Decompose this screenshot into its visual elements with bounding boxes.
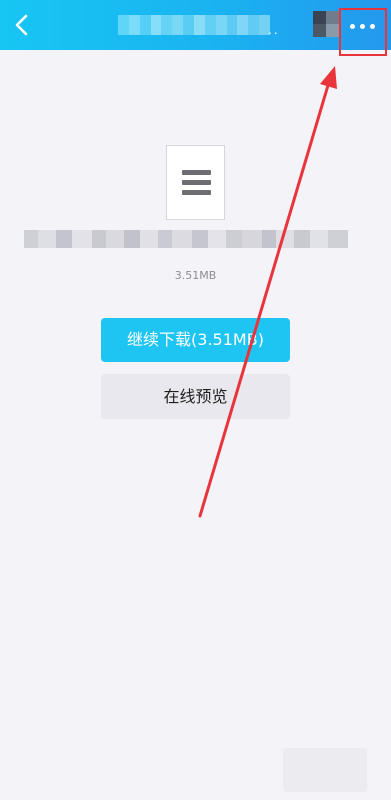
more-dot-icon — [350, 24, 355, 29]
online-preview-button[interactable]: 在线预览 — [101, 374, 290, 419]
annotation-arrowhead — [320, 66, 337, 89]
document-lines-icon — [166, 145, 225, 220]
more-dot-icon — [360, 24, 365, 29]
chevron-left-icon — [15, 14, 28, 36]
title-ellipsis: .. — [268, 23, 280, 37]
back-button[interactable] — [8, 8, 38, 42]
more-dot-icon — [370, 24, 375, 29]
continue-download-button[interactable]: 继续下载(3.51MB) — [101, 318, 290, 362]
avatar-redacted[interactable] — [313, 11, 339, 37]
bottom-corner-redacted — [283, 748, 367, 792]
top-bar: .. — [0, 0, 391, 56]
file-download-screen: .. 3.51MB 继续下载(3.51MB) 在线预览 — [0, 0, 391, 800]
file-size-label: 3.51MB — [174, 269, 217, 282]
page-title-redacted — [118, 15, 271, 35]
more-options-button[interactable] — [339, 8, 387, 56]
file-name-redacted — [24, 230, 364, 248]
